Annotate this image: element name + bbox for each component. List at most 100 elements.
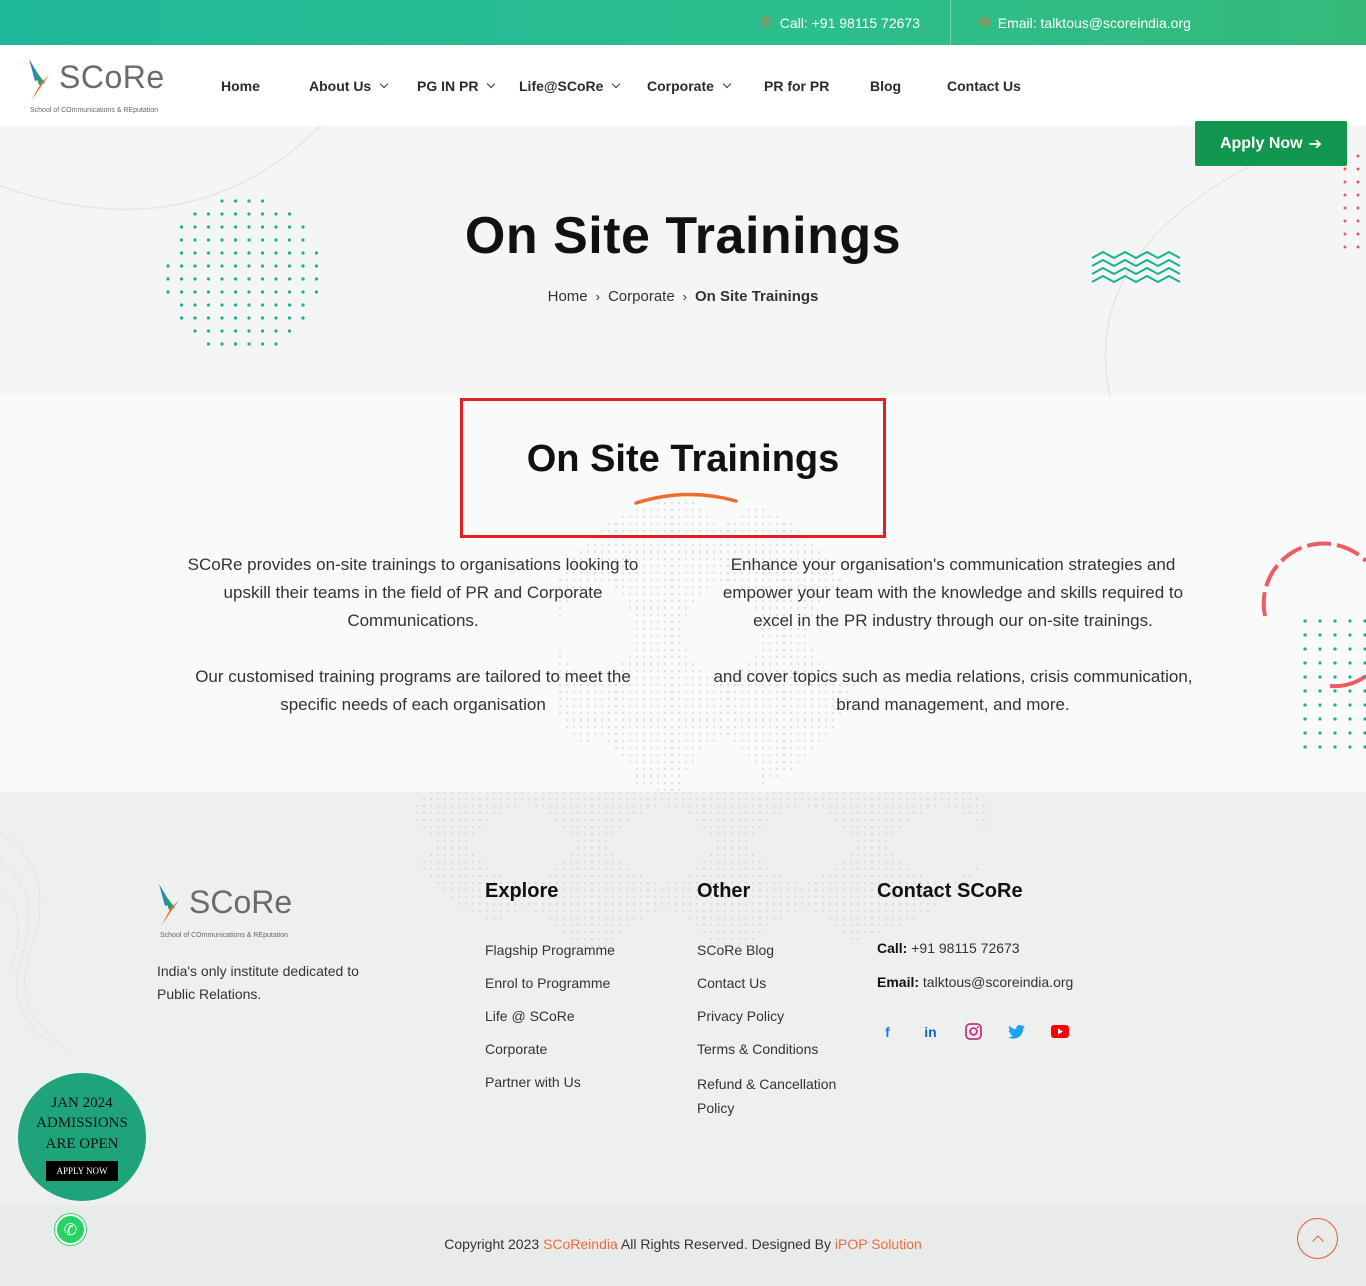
chevron-down-icon: [722, 79, 732, 88]
chevron-right-icon: ›: [682, 289, 688, 304]
footer-link-enrol[interactable]: Enrol to Programme: [485, 973, 615, 1006]
footer-link-terms[interactable]: Terms & Conditions: [697, 1039, 857, 1072]
nav-pg-in-pr[interactable]: PG IN PR: [417, 78, 519, 94]
badge-line-2: ADMISSIONS: [36, 1115, 128, 1131]
badge-line-3: ARE OPEN: [45, 1136, 119, 1152]
footer-link-flagship-programme[interactable]: Flagship Programme: [485, 940, 615, 973]
top-bar: ✆ Call: +91 98115 72673 ✉ Email: talktou…: [0, 0, 1366, 45]
nav-contact-us[interactable]: Contact Us: [947, 78, 1047, 94]
designer-link[interactable]: iPOP Solution: [835, 1236, 922, 1252]
logo-tagline: School of COmmunications & REputation: [30, 107, 159, 114]
footer-other-links: SCoRe Blog Contact Us Privacy Policy Ter…: [697, 940, 857, 1120]
nav-about-us-label: About Us: [309, 77, 372, 94]
social-links: f in: [877, 1021, 1070, 1042]
footer: SCoRe School of COmmunications & REputat…: [0, 792, 1366, 1206]
logo-word: SCoRe: [59, 59, 165, 95]
footer-contact-title: Contact SCoRe: [877, 880, 1023, 902]
footer-link-corporate[interactable]: Corporate: [485, 1039, 615, 1072]
topbar-email[interactable]: ✉ Email: talktous@scoreindia.org: [978, 0, 1191, 45]
page-title: On Site Trainings: [464, 207, 902, 265]
footer-description: India's only institute dedicated to Publ…: [157, 963, 359, 1002]
chevron-down-icon: [487, 79, 496, 88]
apply-now-label: Apply Now: [1219, 134, 1303, 152]
chevron-right-icon: ›: [595, 289, 600, 304]
nav-blog-label: Blog: [870, 77, 902, 94]
content-paragraph: SCoRe provides on-site trainings to orga…: [187, 555, 639, 630]
whatsapp-icon[interactable]: ✆: [55, 1214, 86, 1245]
footer-logo-tagline: School of COmmunications & REputation: [160, 932, 289, 939]
logo-mark-icon: [159, 884, 179, 926]
content-paragraph: and cover topics such as media relations…: [713, 667, 1193, 714]
topbar-call-label: Call: +91 98115 72673: [779, 14, 920, 31]
copyright-middle: All Rights Reserved. Designed By: [617, 1236, 835, 1252]
nav-life-at-score-label: Life@SCoRe: [519, 77, 604, 94]
content-left-column: SCoRe provides on-site trainings to orga…: [165, 551, 661, 747]
nav-pg-in-pr-label: PG IN PR: [417, 77, 479, 94]
footer-link-privacy[interactable]: Privacy Policy: [697, 1006, 857, 1039]
chevron-up-icon: [1311, 1234, 1324, 1247]
nav-pr-for-pr[interactable]: PR for PR: [764, 78, 870, 94]
footer-link-partner[interactable]: Partner with Us: [485, 1072, 615, 1105]
footer-email-value: talktous@scoreindia.org: [922, 974, 1074, 990]
nav-life-at-score[interactable]: Life@SCoRe: [519, 78, 647, 94]
topbar-call[interactable]: ✆ Call: +91 98115 72673: [760, 0, 920, 45]
footer-explore-links: Flagship Programme Enrol to Programme Li…: [485, 940, 615, 1105]
footer-other-title: Other: [697, 880, 751, 902]
section-title: On Site Trainings: [526, 438, 840, 480]
facebook-icon[interactable]: f: [877, 1021, 898, 1042]
page-hero: On Site Trainings Home › Corporate › On Site…: [0, 126, 1366, 396]
phone-icon: ✆: [760, 14, 772, 30]
content-paragraph: Enhance your organisation's communicatio…: [722, 555, 1184, 630]
copyright-bar: Copyright 2023 SCoReindia All Rights Res…: [0, 1206, 1366, 1286]
site-logo[interactable]: SCoRe School of COmmunications & REputat…: [27, 57, 167, 117]
footer-email-label: Email:: [877, 974, 920, 990]
footer-link-life[interactable]: Life @ SCoRe: [485, 1006, 615, 1039]
footer-call-label: Call:: [877, 940, 908, 956]
twitter-icon[interactable]: [1006, 1021, 1027, 1042]
chevron-down-icon: [612, 79, 621, 88]
nav-corporate[interactable]: Corporate: [647, 78, 764, 94]
topbar-email-label: Email: talktous@scoreindia.org: [997, 14, 1191, 31]
nav-home[interactable]: Home: [221, 78, 309, 94]
topbar-divider: [950, 0, 951, 45]
youtube-icon[interactable]: [1049, 1021, 1070, 1042]
footer-logo-word: SCoRe: [189, 884, 293, 920]
content-section: On Site Trainings SCoRe provides on-site…: [0, 396, 1366, 792]
logo-mark-icon: [29, 59, 49, 101]
footer-link-blog[interactable]: SCoRe Blog: [697, 940, 857, 973]
footer-email[interactable]: Email: talktous@scoreindia.org: [877, 974, 1073, 990]
nav-pr-for-pr-label: PR for PR: [764, 77, 830, 94]
breadcrumb-corporate[interactable]: Corporate: [608, 288, 675, 305]
mail-icon: ✉: [978, 14, 990, 30]
nav-corporate-label: Corporate: [647, 77, 714, 94]
breadcrumb-home[interactable]: Home: [548, 288, 588, 305]
header: SCoRe School of COmmunications & REputat…: [0, 45, 1366, 126]
copyright-text: Copyright 2023 SCoReindia All Rights Res…: [0, 1236, 1366, 1252]
breadcrumb-current: On Site Trainings: [695, 288, 819, 305]
content-right-column: Enhance your organisation's communicatio…: [705, 551, 1201, 747]
admissions-badge[interactable]: JAN 2024 ADMISSIONS ARE OPEN APPLY NOW: [18, 1073, 146, 1201]
chevron-down-icon: [379, 79, 389, 88]
nav-about-us[interactable]: About Us: [309, 78, 417, 94]
copyright-prefix: Copyright 2023: [444, 1236, 544, 1252]
copyright-brand-link[interactable]: SCoReindia: [543, 1236, 618, 1252]
nav-contact-us-label: Contact Us: [947, 77, 1021, 94]
badge-apply-button[interactable]: APPLY NOW: [46, 1161, 118, 1181]
footer-link-contact[interactable]: Contact Us: [697, 973, 857, 1006]
nav-blog[interactable]: Blog: [870, 78, 947, 94]
nav-home-label: Home: [221, 77, 260, 94]
footer-logo[interactable]: SCoRe School of COmmunications & REputat…: [157, 882, 307, 942]
title-underline-decoration: [634, 492, 738, 505]
badge-line-1: JAN 2024: [51, 1095, 113, 1111]
linkedin-icon[interactable]: in: [920, 1021, 941, 1042]
footer-call[interactable]: Call: +91 98115 72673: [877, 940, 1020, 956]
footer-link-refund[interactable]: Refund & Cancellation Policy: [697, 1072, 857, 1120]
instagram-icon[interactable]: [963, 1021, 984, 1042]
arrow-right-icon: ➔: [1308, 135, 1323, 153]
footer-call-value: +91 98115 72673: [911, 940, 1020, 956]
scroll-to-top-button[interactable]: [1297, 1218, 1338, 1259]
footer-explore-title: Explore: [485, 880, 559, 902]
apply-now-button[interactable]: Apply Now ➔: [1195, 121, 1347, 166]
main-nav: Home About Us PG IN PR Life@SCoRe Corpor…: [221, 45, 1047, 126]
content-paragraph: Our customised training programs are tai…: [195, 667, 631, 714]
